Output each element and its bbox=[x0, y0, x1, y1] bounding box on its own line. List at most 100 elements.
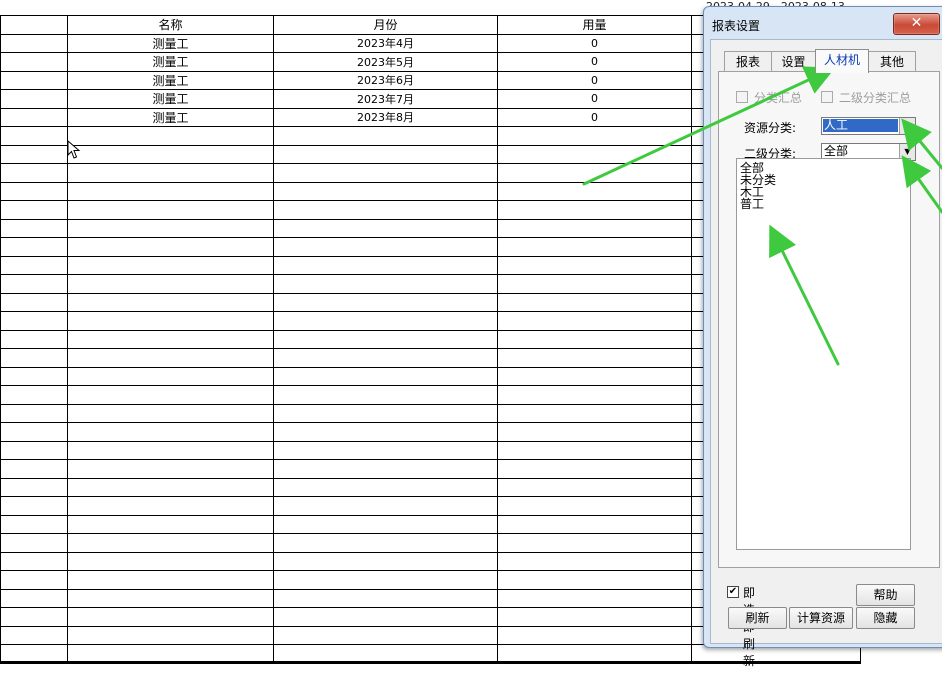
table-cell[interactable] bbox=[497, 329, 692, 349]
table-cell[interactable] bbox=[497, 163, 692, 183]
category-listbox[interactable]: 全部 未分类 木工 普工 bbox=[736, 158, 911, 550]
table-cell[interactable] bbox=[273, 255, 498, 275]
table-cell[interactable] bbox=[0, 274, 68, 294]
table-cell[interactable]: 0 bbox=[497, 52, 692, 72]
table-cell[interactable]: 测量工 bbox=[67, 52, 274, 72]
table-cell[interactable] bbox=[273, 422, 498, 442]
table-cell[interactable] bbox=[0, 89, 68, 109]
table-cell[interactable] bbox=[273, 348, 498, 368]
table-cell[interactable] bbox=[0, 107, 68, 127]
table-cell[interactable] bbox=[273, 440, 498, 460]
table-cell[interactable]: 2023年7月 bbox=[273, 89, 498, 109]
table-cell[interactable] bbox=[67, 588, 274, 608]
table-cell[interactable] bbox=[273, 292, 498, 312]
category-summary-checkbox[interactable] bbox=[736, 91, 748, 103]
table-cell[interactable] bbox=[0, 329, 68, 349]
table-cell[interactable] bbox=[273, 366, 498, 386]
tab-report[interactable]: 报表 bbox=[724, 51, 772, 72]
table-cell[interactable] bbox=[497, 144, 692, 164]
table-cell[interactable]: 测量工 bbox=[67, 107, 274, 127]
table-cell[interactable] bbox=[497, 255, 692, 275]
table-cell[interactable] bbox=[497, 551, 692, 571]
refresh-on-select-checkbox[interactable]: ✔ bbox=[727, 586, 739, 598]
table-cell[interactable] bbox=[67, 533, 274, 553]
resource-category-select[interactable]: 人工 ▼ bbox=[821, 117, 916, 135]
table-cell[interactable] bbox=[273, 237, 498, 257]
table-cell[interactable] bbox=[273, 274, 498, 294]
table-cell[interactable]: 2023年5月 bbox=[273, 52, 498, 72]
table-cell[interactable] bbox=[273, 329, 498, 349]
table-cell[interactable] bbox=[67, 570, 274, 590]
table-cell[interactable] bbox=[67, 422, 274, 442]
table-cell[interactable] bbox=[67, 218, 274, 238]
table-cell[interactable] bbox=[0, 496, 68, 516]
table-cell[interactable] bbox=[273, 533, 498, 553]
table-cell[interactable] bbox=[67, 126, 274, 146]
table-cell[interactable] bbox=[0, 52, 68, 72]
table-cell[interactable] bbox=[273, 385, 498, 405]
table-cell[interactable] bbox=[0, 514, 68, 534]
table-cell[interactable] bbox=[0, 422, 68, 442]
table-cell[interactable] bbox=[0, 588, 68, 608]
table-cell[interactable] bbox=[0, 144, 68, 164]
table-cell[interactable] bbox=[497, 292, 692, 312]
table-cell[interactable]: 2023年6月 bbox=[273, 70, 498, 90]
tab-settings[interactable]: 设置 bbox=[771, 51, 816, 72]
table-cell[interactable] bbox=[67, 625, 274, 645]
table-cell[interactable] bbox=[273, 496, 498, 516]
table-cell[interactable] bbox=[273, 477, 498, 497]
table-cell[interactable] bbox=[497, 348, 692, 368]
table-cell[interactable] bbox=[273, 625, 498, 645]
table-cell[interactable]: 测量工 bbox=[67, 89, 274, 109]
dropdown-arrow-icon[interactable]: ▼ bbox=[899, 118, 915, 134]
table-cell[interactable] bbox=[497, 459, 692, 479]
table-cell[interactable] bbox=[0, 237, 68, 257]
table-cell[interactable] bbox=[497, 477, 692, 497]
help-button[interactable]: 帮助 bbox=[856, 584, 915, 606]
table-cell[interactable] bbox=[67, 144, 274, 164]
table-cell[interactable] bbox=[497, 200, 692, 220]
table-cell[interactable] bbox=[67, 514, 274, 534]
table-cell[interactable] bbox=[67, 348, 274, 368]
table-cell[interactable]: 测量工 bbox=[67, 70, 274, 90]
table-cell[interactable] bbox=[67, 496, 274, 516]
table-cell[interactable] bbox=[67, 311, 274, 331]
table-cell[interactable]: 0 bbox=[497, 70, 692, 90]
table-cell[interactable] bbox=[0, 311, 68, 331]
table-cell[interactable] bbox=[67, 607, 274, 627]
table-cell[interactable] bbox=[0, 70, 68, 90]
calculate-resources-button[interactable]: 计算资源 bbox=[789, 607, 853, 629]
table-cell[interactable] bbox=[67, 237, 274, 257]
table-cell[interactable]: 2023年8月 bbox=[273, 107, 498, 127]
table-cell[interactable] bbox=[273, 607, 498, 627]
table-cell[interactable] bbox=[67, 181, 274, 201]
table-cell[interactable] bbox=[0, 607, 68, 627]
table-cell[interactable] bbox=[0, 459, 68, 479]
table-cell[interactable] bbox=[273, 459, 498, 479]
hide-button[interactable]: 隐藏 bbox=[856, 607, 915, 629]
table-cell[interactable] bbox=[497, 385, 692, 405]
table-cell[interactable] bbox=[67, 200, 274, 220]
table-cell[interactable] bbox=[0, 403, 68, 423]
level2-summary-checkbox[interactable] bbox=[821, 91, 833, 103]
table-cell[interactable] bbox=[497, 126, 692, 146]
table-cell[interactable] bbox=[497, 422, 692, 442]
table-cell[interactable] bbox=[273, 311, 498, 331]
table-cell[interactable]: 测量工 bbox=[67, 33, 274, 53]
table-cell[interactable] bbox=[0, 163, 68, 183]
table-cell[interactable] bbox=[273, 218, 498, 238]
table-cell[interactable] bbox=[497, 181, 692, 201]
table-cell[interactable] bbox=[0, 33, 68, 53]
table-cell[interactable] bbox=[497, 625, 692, 645]
table-cell[interactable] bbox=[497, 403, 692, 423]
table-cell[interactable] bbox=[67, 292, 274, 312]
table-cell[interactable] bbox=[497, 237, 692, 257]
table-cell[interactable] bbox=[497, 366, 692, 386]
table-cell[interactable] bbox=[0, 181, 68, 201]
table-cell[interactable] bbox=[67, 477, 274, 497]
table-cell[interactable] bbox=[67, 329, 274, 349]
table-cell[interactable] bbox=[0, 477, 68, 497]
table-cell[interactable]: 0 bbox=[497, 33, 692, 53]
table-cell[interactable] bbox=[0, 200, 68, 220]
table-cell[interactable] bbox=[67, 551, 274, 571]
